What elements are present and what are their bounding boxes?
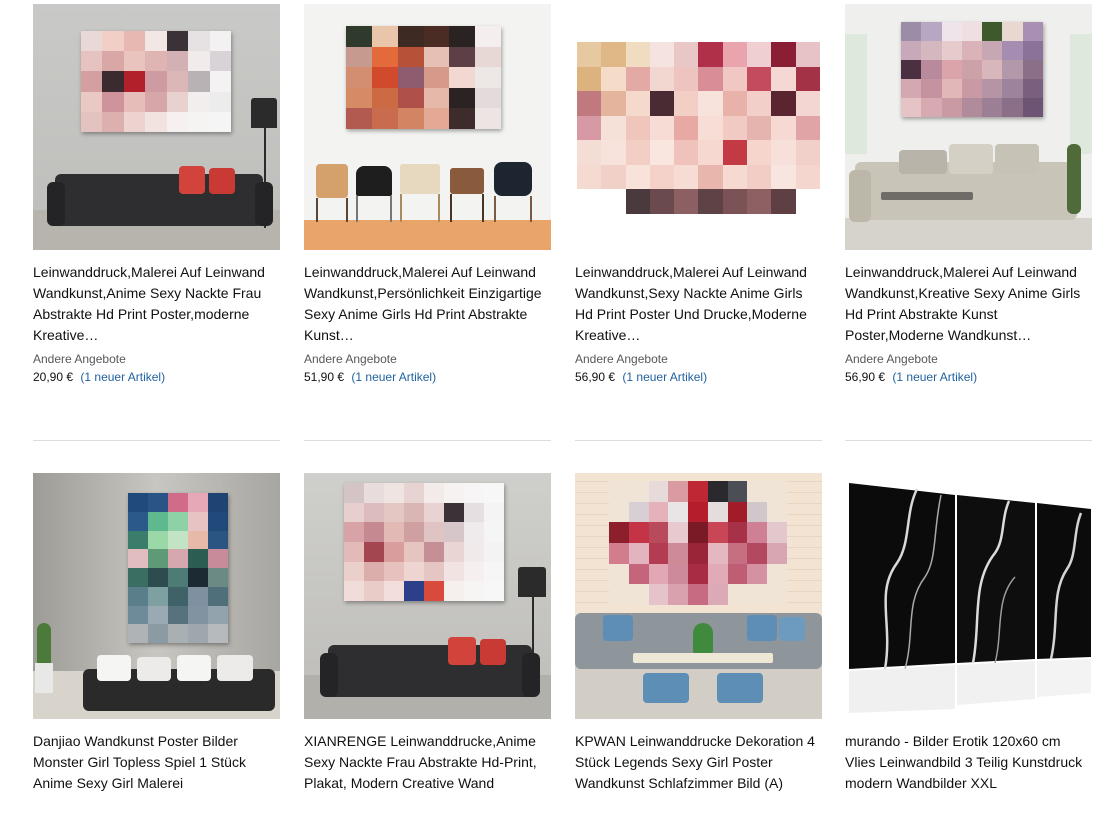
product-image[interactable]	[845, 4, 1092, 250]
product-title[interactable]: murando - Bilder Erotik 120x60 cm Vlies …	[845, 731, 1092, 815]
new-items-link[interactable]: (1 neuer Artikel)	[80, 370, 165, 384]
product-card: KPWAN Leinwanddrucke Dekoration 4 Stück …	[575, 473, 822, 815]
product-card: Leinwanddruck,Malerei Auf Leinwand Wandk…	[304, 4, 551, 386]
product-image[interactable]	[304, 473, 551, 719]
product-card: Leinwanddruck,Malerei Auf Leinwand Wandk…	[33, 4, 280, 386]
product-card: Leinwanddruck,Malerei Auf Leinwand Wandk…	[845, 4, 1092, 386]
product-image[interactable]	[845, 473, 1092, 719]
product-card: XIANRENGE Leinwanddrucke,Anime Sexy Nack…	[304, 473, 551, 815]
canvas-print	[577, 42, 820, 214]
other-offers-label: Andere Angebote	[845, 352, 938, 366]
price: 20,90 €	[33, 370, 74, 384]
price: 56,90 €	[845, 370, 886, 384]
product-image[interactable]	[575, 473, 822, 719]
other-offers-label: Andere Angebote	[33, 352, 126, 366]
row-divider	[33, 440, 280, 441]
erotic-silhouette-triptych	[849, 483, 1091, 713]
row-divider	[845, 440, 1092, 441]
price: 56,90 €	[575, 370, 616, 384]
product-card: murando - Bilder Erotik 120x60 cm Vlies …	[845, 473, 1092, 815]
product-image[interactable]	[33, 4, 280, 250]
row-divider	[304, 440, 551, 441]
canvas-print	[346, 26, 501, 129]
product-image[interactable]	[33, 473, 280, 719]
product-title[interactable]: XIANRENGE Leinwanddrucke,Anime Sexy Nack…	[304, 731, 551, 815]
canvas-print	[128, 493, 228, 643]
product-title[interactable]: Leinwanddruck,Malerei Auf Leinwand Wandk…	[33, 262, 280, 346]
other-offers-label: Andere Angebote	[304, 352, 397, 366]
canvas-print	[344, 483, 504, 601]
product-card: Leinwanddruck,Malerei Auf Leinwand Wandk…	[575, 4, 822, 386]
product-card: Danjiao Wandkunst Poster Bilder Monster …	[33, 473, 280, 815]
product-title[interactable]: Danjiao Wandkunst Poster Bilder Monster …	[33, 731, 280, 815]
product-title[interactable]: KPWAN Leinwanddrucke Dekoration 4 Stück …	[575, 731, 822, 815]
new-items-link[interactable]: (1 neuer Artikel)	[892, 370, 977, 384]
other-offers-label: Andere Angebote	[575, 352, 668, 366]
canvas-print	[81, 31, 231, 132]
canvas-print	[901, 22, 1043, 117]
price: 51,90 €	[304, 370, 345, 384]
product-image[interactable]	[304, 4, 551, 250]
product-image[interactable]	[575, 4, 822, 250]
new-items-link[interactable]: (1 neuer Artikel)	[351, 370, 436, 384]
row-divider	[575, 440, 822, 441]
canvas-print	[609, 481, 787, 605]
product-title[interactable]: Leinwanddruck,Malerei Auf Leinwand Wandk…	[845, 262, 1092, 346]
product-title[interactable]: Leinwanddruck,Malerei Auf Leinwand Wandk…	[304, 262, 551, 346]
new-items-link[interactable]: (1 neuer Artikel)	[622, 370, 707, 384]
product-title[interactable]: Leinwanddruck,Malerei Auf Leinwand Wandk…	[575, 262, 822, 346]
